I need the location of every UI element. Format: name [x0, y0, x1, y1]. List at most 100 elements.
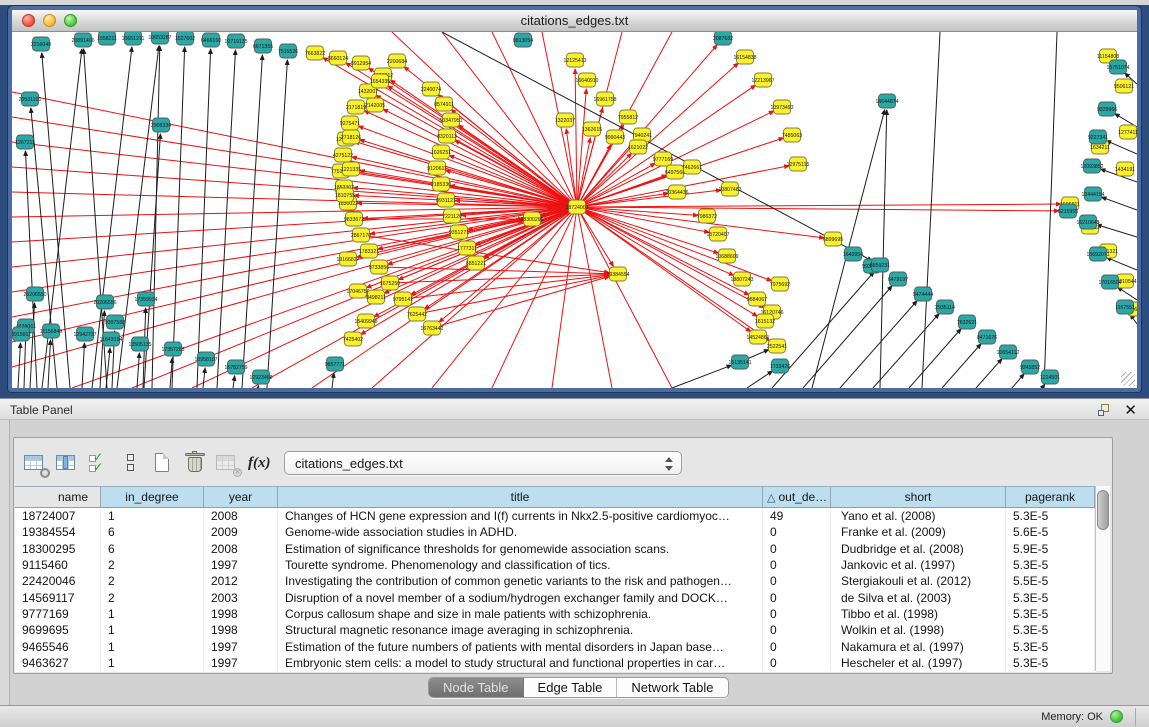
graph-node[interactable]: 8859231	[870, 258, 890, 272]
graph-node[interactable]: 15409948	[354, 314, 377, 328]
graph-node[interactable]: 13505135	[128, 337, 151, 351]
graph-node[interactable]: 19384554	[606, 267, 629, 281]
graph-node[interactable]: 1167551	[1115, 300, 1135, 314]
graph-node[interactable]: 10651211	[122, 32, 145, 45]
window-titlebar[interactable]: citations_edges.txt	[12, 10, 1137, 32]
graph-node[interactable]: 11643194	[100, 332, 123, 346]
column-header-title[interactable]: title	[278, 487, 763, 507]
graph-node[interactable]: 9329966	[1097, 102, 1117, 116]
graph-node[interactable]: 6466160	[201, 33, 221, 47]
graph-node[interactable]: 9351271	[449, 225, 469, 239]
graph-node[interactable]: 11156849	[40, 324, 62, 338]
graph-node[interactable]: 19166827	[336, 252, 359, 266]
graph-node[interactable]: 12213967	[751, 73, 774, 87]
graph-node[interactable]: 16644874	[875, 94, 898, 108]
graph-node[interactable]: 1322037	[555, 113, 575, 127]
graph-node[interactable]: 9777169	[653, 152, 673, 166]
graph-node[interactable]: 7462661	[682, 160, 702, 174]
graph-node[interactable]: 7485063	[782, 128, 802, 142]
table-row[interactable]: 1830029562008Estimation of significance …	[15, 541, 1096, 557]
graph-node[interactable]: 1777311	[457, 241, 477, 255]
graph-node[interactable]: 15720407	[706, 227, 729, 241]
graph-node[interactable]: 9275471	[340, 116, 360, 130]
row-height-button[interactable]	[116, 448, 146, 478]
graph-node[interactable]: 8320113	[437, 129, 457, 143]
table-row[interactable]: 977716911998Corpus callosum shape and si…	[15, 606, 1096, 622]
column-header-out_de[interactable]: △out_de…	[763, 487, 831, 507]
graph-node[interactable]: 1267211	[15, 135, 35, 149]
graph-node[interactable]: 8912954	[351, 56, 371, 70]
float-panel-icon[interactable]	[1098, 404, 1111, 417]
graph-node[interactable]: 1810755	[335, 188, 355, 202]
graph-node[interactable]: 10958107	[194, 352, 217, 366]
graph-node[interactable]: 20891406	[71, 33, 94, 47]
resize-grip-icon[interactable]	[1121, 372, 1135, 386]
graph-node[interactable]: 9833672	[344, 212, 364, 226]
graph-node[interactable]: 7986372	[697, 209, 717, 223]
graph-node[interactable]: 1640954	[843, 247, 863, 261]
graph-node[interactable]: 12942737	[73, 327, 96, 341]
graph-node[interactable]: 10807483	[718, 182, 741, 196]
graph-node[interactable]: 6671355	[253, 39, 273, 53]
graph-node[interactable]: 12975115	[787, 157, 810, 171]
graph-node[interactable]: 17359934	[134, 292, 157, 306]
network-canvas-container[interactable]: 1872400712125413166409101696175879558121…	[12, 32, 1137, 388]
graph-node[interactable]: 26206550	[23, 287, 46, 301]
graph-node[interactable]: 1558211	[97, 32, 117, 45]
graph-node[interactable]: 2185330	[431, 177, 451, 191]
graph-node[interactable]: 12444154	[1081, 187, 1104, 201]
graph-node[interactable]: 16763442	[420, 321, 443, 335]
graph-node[interactable]: 9397588	[105, 315, 125, 329]
network-canvas[interactable]: 1872400712125413166409101696175879558121…	[12, 32, 1137, 388]
graph-node[interactable]: 20531101	[19, 92, 42, 106]
graph-node[interactable]: 10973493	[770, 100, 793, 114]
graph-node[interactable]: 9506121	[1114, 79, 1134, 93]
graph-node[interactable]: 17357253	[161, 342, 184, 356]
graph-node[interactable]: 12093852	[1080, 159, 1103, 173]
graph-node[interactable]: 7221120	[442, 209, 462, 223]
tab-network-table[interactable]: Network Table	[617, 678, 727, 697]
graph-node[interactable]: 2867170	[351, 228, 371, 242]
graph-node[interactable]: 8813054	[513, 33, 533, 47]
graph-node[interactable]: 16961758	[593, 92, 616, 106]
graph-node[interactable]: 1221335	[341, 162, 361, 176]
network-view-window[interactable]: citations_edges.txt 18724007121254131664…	[8, 6, 1141, 392]
table-row[interactable]: 2242004622012Investigating the contribut…	[15, 573, 1096, 589]
graph-node[interactable]: 1654335	[370, 74, 390, 88]
graph-node[interactable]: 17016504	[1098, 275, 1121, 289]
new-attribute-button[interactable]	[148, 448, 178, 478]
graph-node[interactable]: 1626251	[431, 145, 451, 159]
graph-node[interactable]: 12923468	[249, 370, 272, 384]
left-splitter[interactable]	[0, 420, 10, 705]
tab-edge-table[interactable]: Edge Table	[524, 678, 618, 697]
graph-node[interactable]: 10347951	[439, 113, 462, 127]
graph-node[interactable]: 18300295	[520, 212, 543, 226]
graph-node[interactable]: 3915911	[12, 327, 31, 341]
table-row[interactable]: 946362711997Embryonic stem cells: a mode…	[15, 655, 1096, 671]
graph-node[interactable]: 1615132	[755, 314, 775, 328]
tab-node-table[interactable]: Node Table	[429, 678, 524, 697]
table-mode-button[interactable]	[20, 448, 50, 478]
graph-node[interactable]: 1527602	[175, 32, 195, 45]
graph-node[interactable]: 1277411	[1118, 125, 1137, 139]
table-row[interactable]: 1456911722003Disruption of a novel membe…	[15, 589, 1096, 605]
graph-node[interactable]: 7975692	[770, 277, 790, 291]
graph-node[interactable]: 8498211	[366, 290, 386, 304]
graph-node[interactable]: 18807243	[730, 272, 753, 286]
graph-node[interactable]: 6479197	[888, 272, 908, 286]
graph-node[interactable]: 7663822	[305, 46, 325, 60]
graph-node[interactable]: 8471676	[977, 330, 997, 344]
graph-node[interactable]: 7625442	[407, 307, 427, 321]
graph-node[interactable]: 2171819	[346, 100, 366, 114]
column-header-name[interactable]: name	[15, 487, 101, 507]
scrollbar-thumb[interactable]	[1097, 490, 1109, 530]
graph-node[interactable]: 7515526	[278, 44, 298, 58]
function-builder-icon[interactable]: f(x)	[248, 455, 271, 472]
graph-node[interactable]: 16640910	[575, 73, 598, 87]
graph-node[interactable]: 2216049	[31, 37, 51, 51]
graph-node[interactable]: 8931121	[436, 193, 456, 207]
graph-node[interactable]: 9227341	[1088, 130, 1108, 144]
graph-node[interactable]: 15135141	[728, 355, 751, 369]
show-columns-button[interactable]	[52, 448, 82, 478]
graph-node[interactable]: 8660124	[328, 51, 348, 65]
